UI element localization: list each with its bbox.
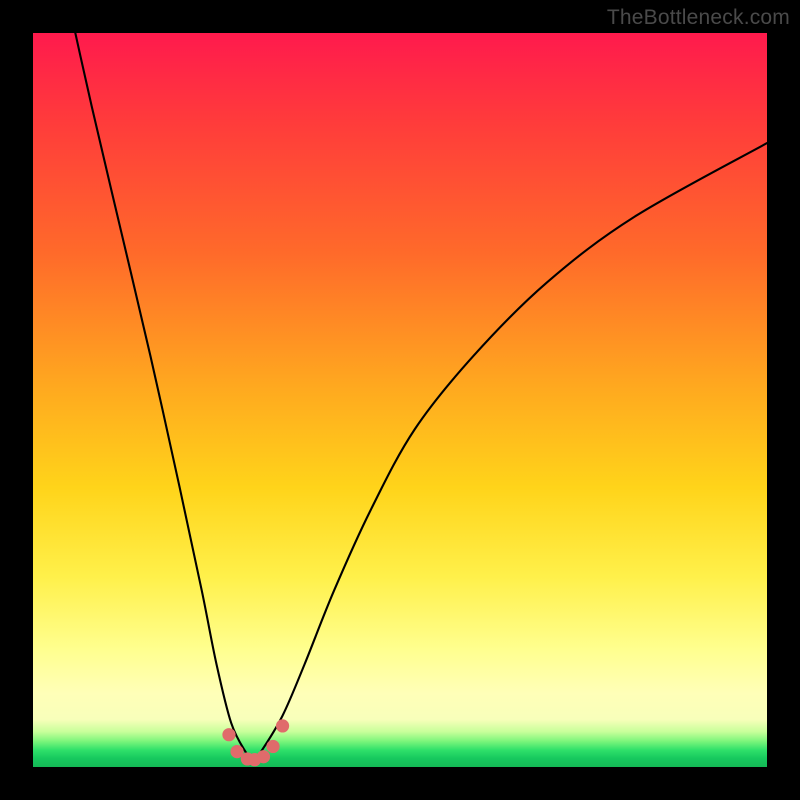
- watermark-text: TheBottleneck.com: [607, 6, 790, 30]
- marker-dot: [222, 728, 235, 741]
- chart-frame: TheBottleneck.com: [0, 0, 800, 800]
- curve-path: [62, 33, 767, 760]
- marker-dot: [266, 740, 279, 753]
- marker-dot: [257, 750, 270, 763]
- plot-area: [33, 33, 767, 767]
- marker-dot: [276, 719, 289, 732]
- bottleneck-curve: [33, 33, 767, 767]
